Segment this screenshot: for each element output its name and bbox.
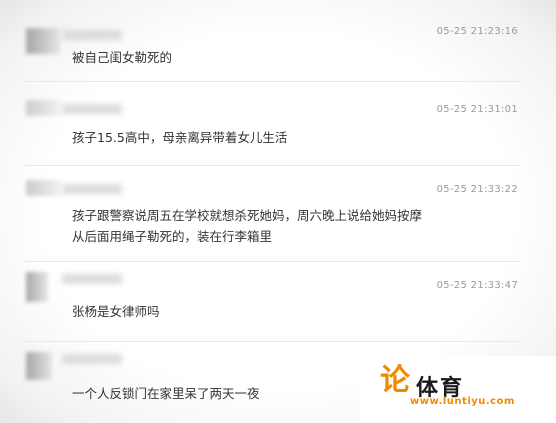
comment-text: 孩子15.5高中，母亲离异带着女儿生活 <box>72 130 288 145</box>
avatar[interactable] <box>26 100 60 116</box>
username-redacted <box>62 184 122 194</box>
avatar[interactable] <box>26 180 60 196</box>
username-redacted <box>62 104 122 114</box>
comment-item: 05-25 21:33:22 孩子跟警察说周五在学校就想杀死她妈，周六晚上说给她… <box>22 178 520 262</box>
comment-text-line-2: 从后面用绳子勒死的，装在行李箱里 <box>72 229 273 244</box>
site-watermark-logo: 论 体育 www.luntiyu.com <box>360 356 556 423</box>
comment-text: 被自己闺女勒死的 <box>72 50 173 65</box>
username-redacted <box>62 274 122 284</box>
comment-item: 05-25 21:23:16 被自己闺女勒死的 <box>22 22 520 82</box>
comment-timestamp: 05-25 21:23:16 <box>436 26 518 37</box>
avatar[interactable] <box>26 28 60 54</box>
logo-glyph: 论 <box>380 363 410 398</box>
comment-text: 孩子跟警察说周五在学校就想杀死她妈，周六晚上说给她妈按摩 <box>72 208 423 223</box>
avatar[interactable] <box>26 352 52 380</box>
comment-thread: 05-25 21:23:16 被自己闺女勒死的 05-25 21:31:01 孩… <box>0 0 556 423</box>
comment-text: 一个人反锁门在家里呆了两天一夜 <box>72 386 260 401</box>
comment-timestamp: 05-25 21:31:01 <box>436 104 518 115</box>
comment-item: 05-25 21:31:01 孩子15.5高中，母亲离异带着女儿生活 <box>22 98 520 166</box>
avatar[interactable] <box>26 272 48 302</box>
logo-url: www.luntiyu.com <box>410 396 515 407</box>
username-redacted <box>62 354 122 364</box>
comment-timestamp: 05-25 21:33:47 <box>436 280 518 291</box>
comment-timestamp: 05-25 21:33:22 <box>436 184 518 195</box>
username-redacted <box>62 30 122 40</box>
comment-text: 张杨是女律师吗 <box>72 304 160 319</box>
comment-item: 05-25 21:33:47 张杨是女律师吗 <box>22 270 520 342</box>
